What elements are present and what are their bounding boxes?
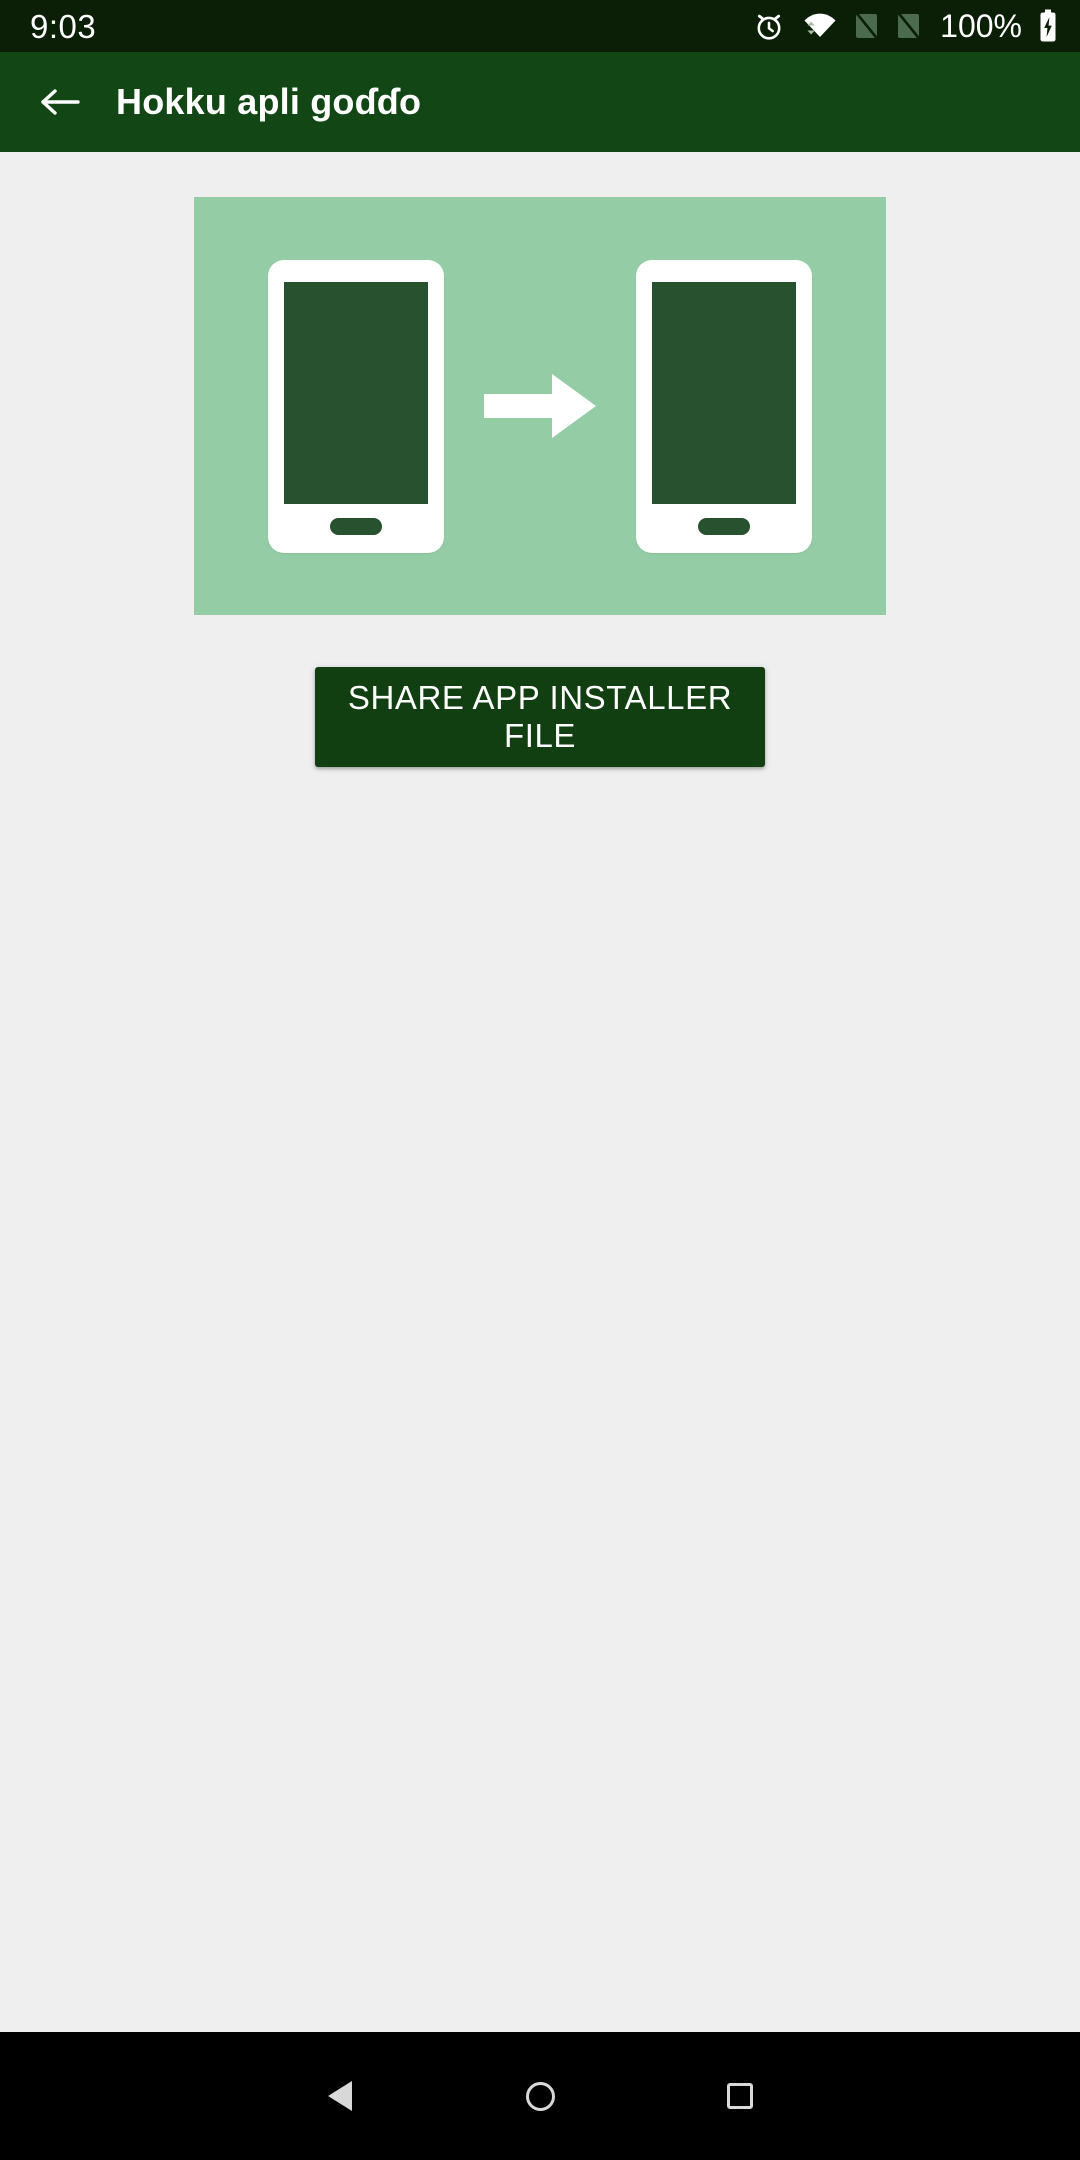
recents-square-icon [727, 2083, 753, 2109]
transfer-arrow-icon [480, 368, 600, 444]
app-bar: Hokku apli goɗɗo [0, 52, 1080, 152]
share-illustration [194, 197, 886, 615]
target-phone-screen [652, 281, 796, 504]
system-navigation-bar [0, 2032, 1080, 2160]
back-button[interactable] [32, 74, 88, 130]
target-phone-icon [636, 259, 812, 553]
signal-no-sim-2-icon [896, 10, 922, 42]
nav-recents-button[interactable] [640, 2032, 840, 2160]
status-clock: 9:03 [30, 7, 97, 45]
back-triangle-icon [328, 2081, 352, 2111]
source-phone-icon [268, 259, 444, 553]
source-phone-home-button [330, 517, 382, 535]
signal-no-sim-1-icon [854, 10, 880, 42]
app-screen: 9:03 100% Hokku apli goɗɗo SHARE APP INS… [0, 0, 1080, 2160]
nav-back-button[interactable] [240, 2032, 440, 2160]
status-icon-group: 100% [752, 9, 1058, 43]
wifi-icon [802, 11, 838, 41]
battery-percent-label: 100% [940, 8, 1022, 44]
phones-graphic [194, 197, 886, 615]
alarm-icon [752, 9, 786, 43]
main-content: SHARE APP INSTALLER FILE [0, 152, 1080, 2032]
share-app-installer-file-button[interactable]: SHARE APP INSTALLER FILE [315, 667, 765, 767]
nav-home-button[interactable] [440, 2032, 640, 2160]
battery-charging-icon [1038, 9, 1058, 43]
target-phone-home-button [698, 517, 750, 535]
source-phone-screen [284, 281, 428, 504]
status-bar: 9:03 100% [0, 0, 1080, 52]
home-circle-icon [525, 2081, 555, 2111]
page-title: Hokku apli goɗɗo [116, 81, 422, 122]
